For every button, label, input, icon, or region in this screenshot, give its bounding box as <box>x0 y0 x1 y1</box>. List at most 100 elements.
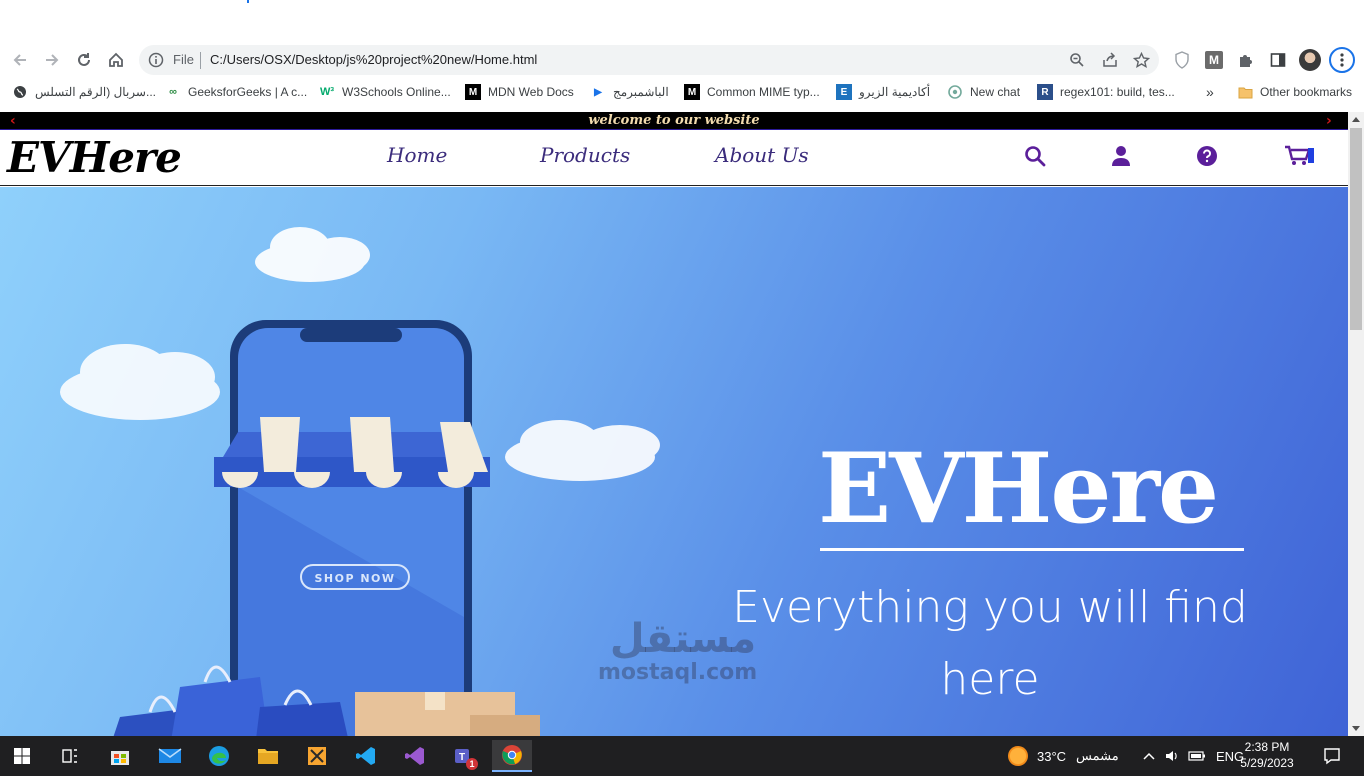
user-icon[interactable] <box>1108 143 1134 169</box>
profile-avatar[interactable] <box>1299 49 1321 71</box>
cloud-icon <box>60 344 220 420</box>
welcome-text: welcome to our website <box>588 113 760 128</box>
window-top <box>0 0 1364 44</box>
folder-icon <box>1237 84 1253 100</box>
cloud-icon <box>505 420 660 481</box>
scroll-down-icon[interactable] <box>1352 726 1360 731</box>
bookmark-label: سربال (الرقم التسلس... <box>35 85 156 99</box>
bookmark-label: أكاديمية الزيرو <box>859 85 931 99</box>
back-button[interactable] <box>8 48 32 72</box>
visual-studio-app[interactable] <box>395 740 435 772</box>
bookmark-item[interactable]: سربال (الرقم التسلس... <box>12 83 156 101</box>
hero-title: EVHere <box>818 432 1219 545</box>
zoom-icon[interactable] <box>1068 51 1086 69</box>
edge-icon <box>209 746 229 766</box>
more-vert-icon <box>1340 53 1344 67</box>
star-icon[interactable] <box>1132 51 1150 69</box>
r-icon: R <box>1037 84 1053 100</box>
address-bar[interactable]: File C:/Users/OSX/Desktop/js%20project%2… <box>139 45 1159 75</box>
weather-temp: 33°C <box>1037 748 1067 764</box>
system-clock[interactable]: 2:38 PM 5/29/2023 <box>1232 739 1302 771</box>
scroll-up-icon[interactable] <box>1352 117 1360 122</box>
tray-icons: ENG <box>1142 736 1244 776</box>
bookmark-label: New chat <box>970 85 1021 99</box>
teams-app[interactable]: T 1 <box>444 740 484 772</box>
chatgpt-icon <box>947 84 963 100</box>
bookmark-item[interactable]: ▶ الباشمبرمج <box>590 83 669 101</box>
forward-button[interactable] <box>40 48 64 72</box>
site-header: EVHere Home Products About Us <box>0 131 1348 186</box>
bookmark-label: Common MIME typ... <box>707 85 820 99</box>
edge-app[interactable] <box>199 740 239 772</box>
nav-home-link[interactable]: Home <box>387 143 447 167</box>
chevron-up-icon <box>1143 752 1155 760</box>
weather-widget[interactable]: 33°C مشمس <box>1008 736 1119 776</box>
windows-icon <box>14 748 30 764</box>
file-explorer-app[interactable] <box>248 740 288 772</box>
clock-time: 2:38 PM <box>1244 740 1290 754</box>
m-extension-icon[interactable]: M <box>1203 49 1225 71</box>
url-scheme: File <box>173 52 194 67</box>
bookmark-item[interactable]: W³ W3Schools Online... <box>319 83 451 101</box>
task-view-button[interactable] <box>50 740 90 772</box>
chrome-menu-button[interactable] <box>1329 47 1355 73</box>
e-icon: E <box>836 84 852 100</box>
other-bookmarks-folder[interactable]: Other bookmarks <box>1237 83 1352 101</box>
bookmark-item[interactable]: M MDN Web Docs <box>465 83 574 101</box>
bookmark-item[interactable]: E أكاديمية الزيرو <box>836 83 930 101</box>
notifications-button[interactable] <box>1312 740 1352 772</box>
home-button[interactable] <box>104 48 128 72</box>
other-bookmarks-label: Other bookmarks <box>1260 85 1353 99</box>
bashmohandes-icon: ▶ <box>594 86 602 98</box>
page-scrollbar[interactable] <box>1348 112 1364 736</box>
search-icon[interactable] <box>1022 143 1048 169</box>
scroll-thumb[interactable] <box>1350 128 1362 330</box>
weather-label: مشمس <box>1076 748 1119 763</box>
store-app[interactable] <box>100 740 140 772</box>
bookmark-label: الباشمبرمج <box>613 85 669 99</box>
bookmarks-overflow-button[interactable]: » <box>1206 83 1214 101</box>
w3-icon: W³ <box>319 86 335 98</box>
watermark: مستقل mostaql.com <box>598 617 768 685</box>
shield-icon[interactable] <box>1171 49 1193 71</box>
mail-app[interactable] <box>150 740 190 772</box>
vscode-icon <box>356 747 375 765</box>
welcome-banner: ‹ welcome to our website › <box>0 112 1348 130</box>
cloud-icon <box>255 227 370 282</box>
url-text[interactable]: C:/Users/OSX/Desktop/js%20project%20new/… <box>210 52 537 67</box>
side-panel-icon[interactable] <box>1267 49 1289 71</box>
chevron-right-icon[interactable]: › <box>1326 113 1332 129</box>
reload-button[interactable] <box>72 48 96 72</box>
bookmark-item[interactable]: R regex101: build, tes... <box>1037 83 1175 101</box>
bookmarks-bar: سربال (الرقم التسلس... ∞ GeeksforGeeks |… <box>0 80 1364 104</box>
gfg-icon: ∞ <box>169 86 177 98</box>
vscode-app[interactable] <box>346 740 386 772</box>
site-logo[interactable]: EVHere <box>7 133 182 183</box>
puzzle-icon[interactable] <box>1235 49 1257 71</box>
bookmark-label: MDN Web Docs <box>488 85 574 99</box>
bookmark-item[interactable]: New chat <box>947 83 1020 101</box>
watermark-latin: mostaql.com <box>598 660 758 685</box>
share-icon[interactable] <box>1101 51 1119 69</box>
bookmark-label: regex101: build, tes... <box>1060 85 1175 99</box>
windows-taskbar: T 1 33°C مشمس ENG 2:38 PM 5/29/2023 <box>0 736 1364 776</box>
nav-products-link[interactable]: Products <box>540 143 630 167</box>
cart-icon[interactable] <box>1284 143 1316 169</box>
bookmark-item[interactable]: M Common MIME typ... <box>684 83 820 101</box>
hero-divider <box>820 548 1244 551</box>
clock-date: 5/29/2023 <box>1240 756 1294 770</box>
bookmark-item[interactable]: ∞ GeeksforGeeks | A c... <box>165 83 307 101</box>
chrome-app[interactable] <box>492 740 532 772</box>
snip-app[interactable] <box>297 740 337 772</box>
home-icon <box>109 52 123 67</box>
store-icon <box>111 751 129 765</box>
web-page: ‹ welcome to our website › EVHere Home P… <box>0 112 1348 736</box>
info-icon[interactable] <box>148 52 164 68</box>
arrow-right-icon <box>46 54 59 66</box>
start-button[interactable] <box>2 740 42 772</box>
help-icon[interactable] <box>1194 143 1220 169</box>
battery-icon <box>1188 751 1205 761</box>
mdn-icon: M <box>465 84 481 100</box>
nav-about-link[interactable]: About Us <box>715 143 809 167</box>
notification-badge: 1 <box>466 758 478 770</box>
